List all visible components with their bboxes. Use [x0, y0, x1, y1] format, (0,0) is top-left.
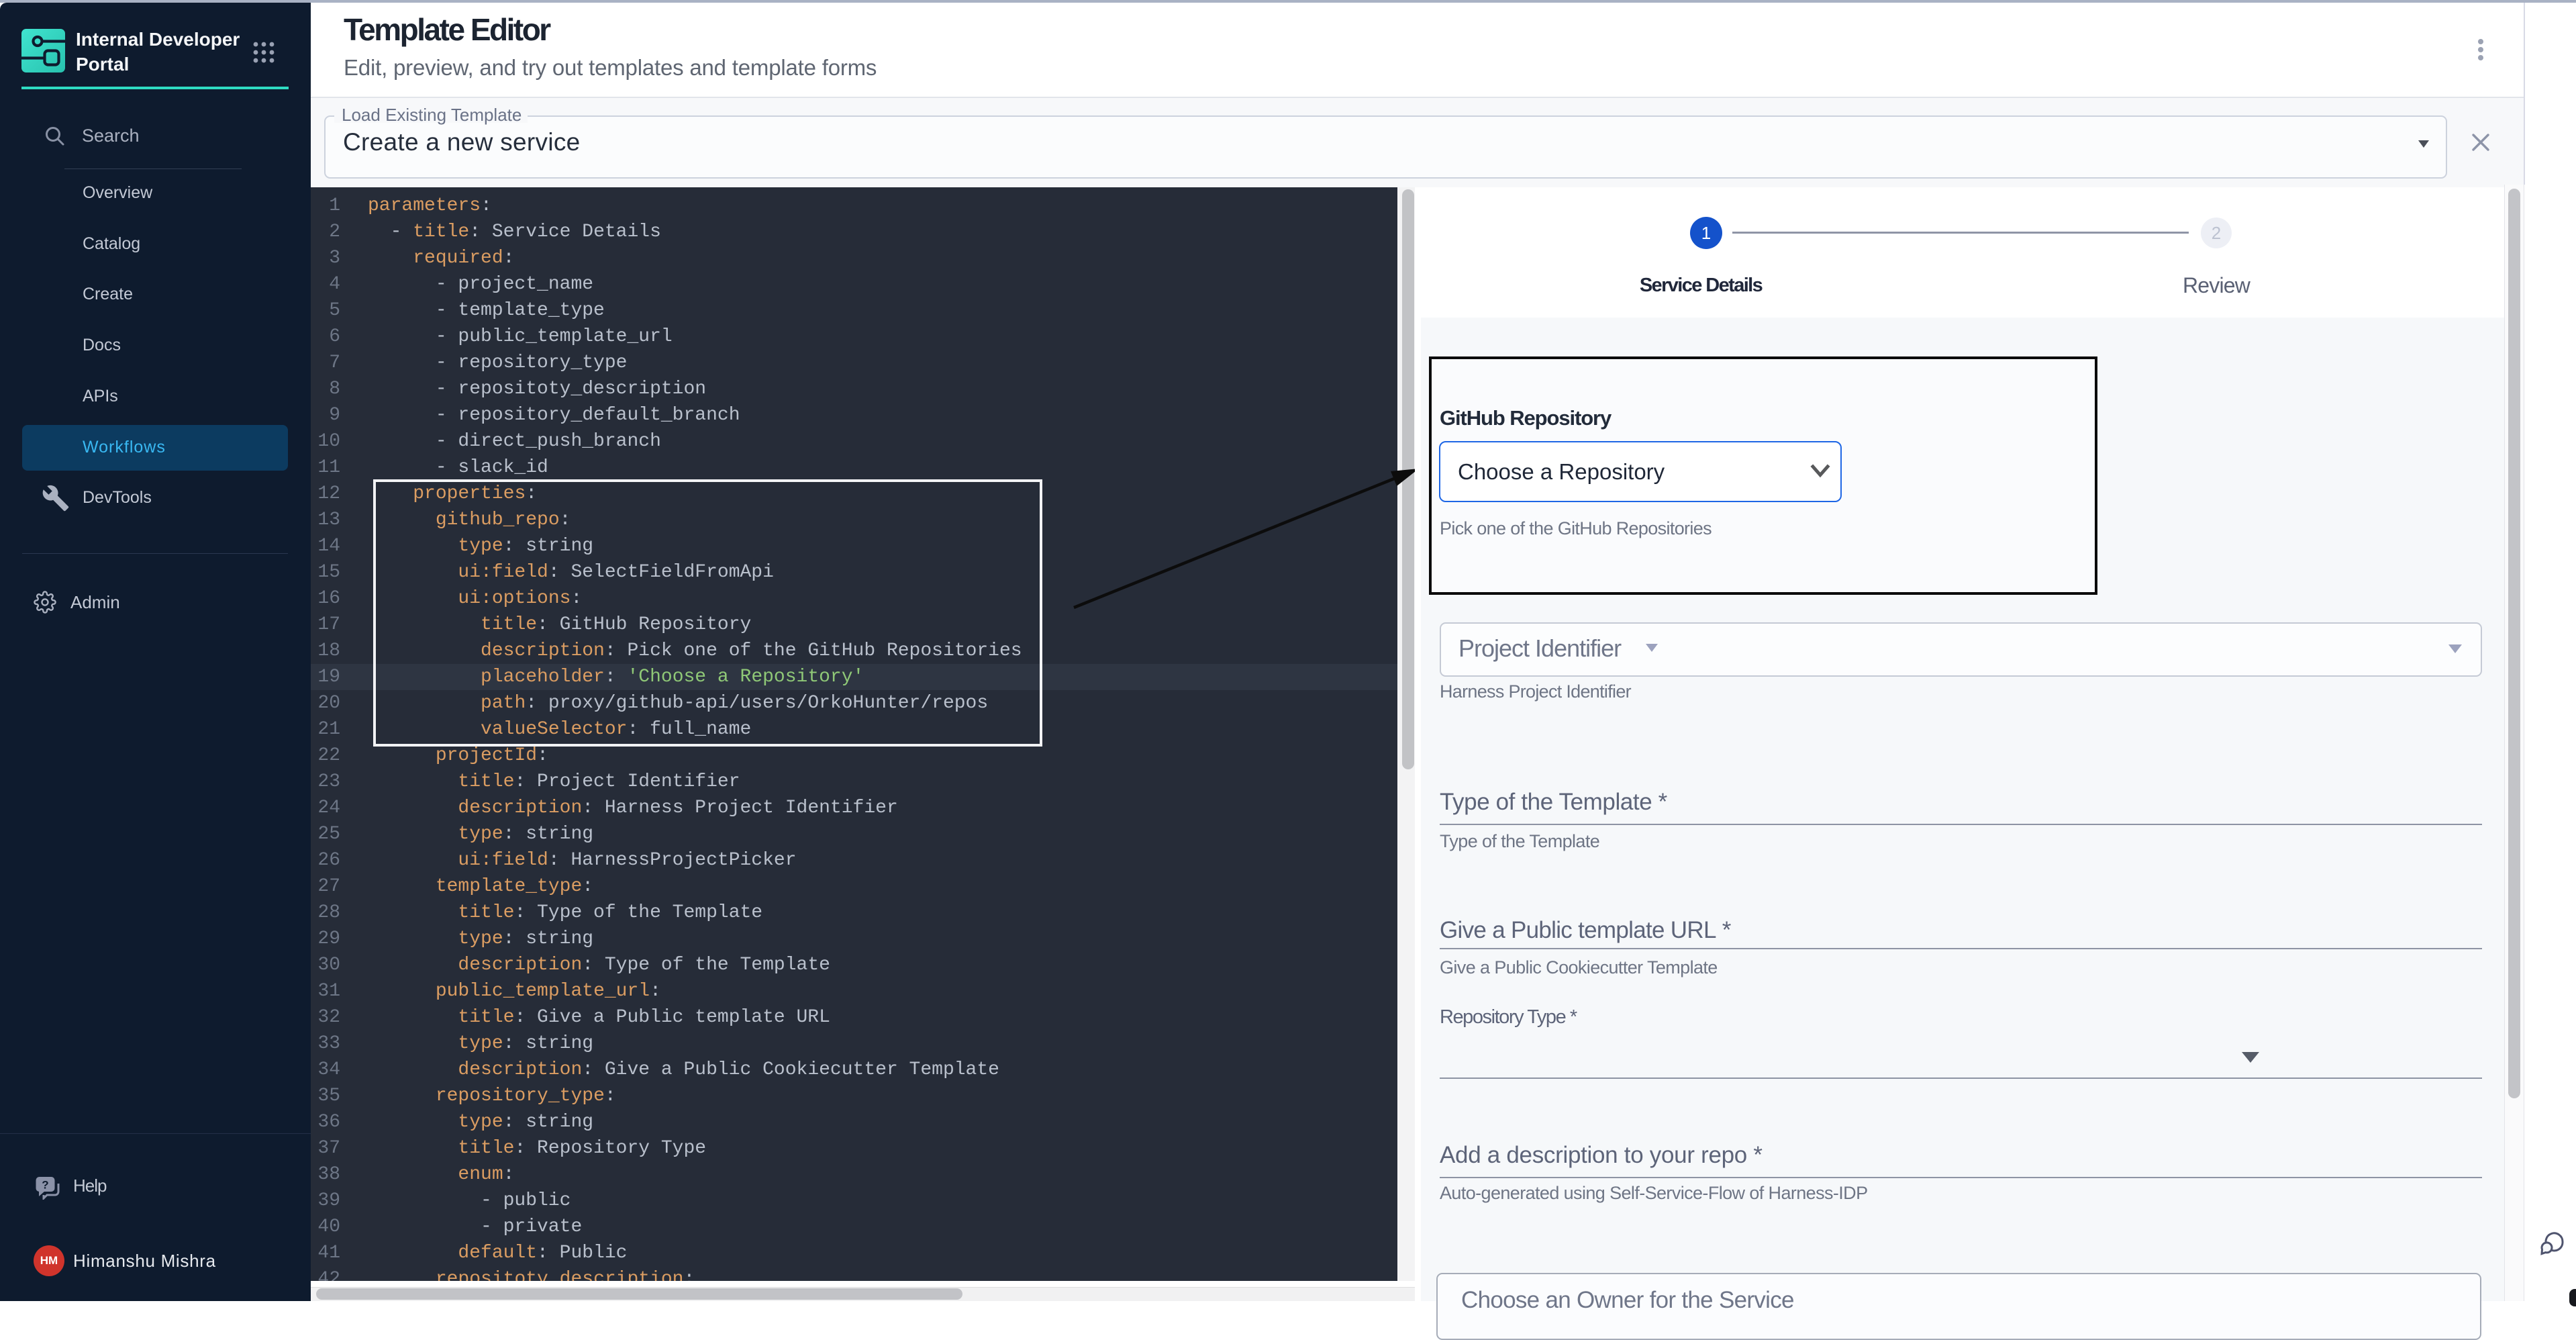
svg-text:?: ? — [42, 1179, 48, 1192]
